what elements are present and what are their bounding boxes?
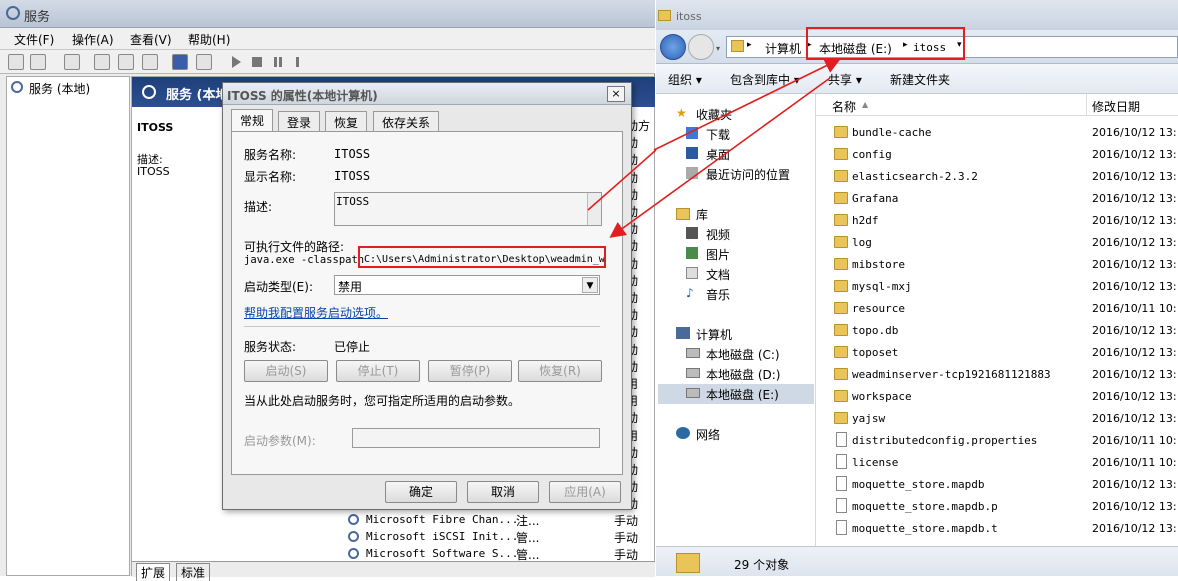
annotation-arrows bbox=[587, 58, 841, 238]
arrow-line-segment bbox=[587, 149, 657, 211]
arrow-to-address bbox=[653, 58, 841, 151]
arrow-to-path bbox=[609, 77, 831, 238]
